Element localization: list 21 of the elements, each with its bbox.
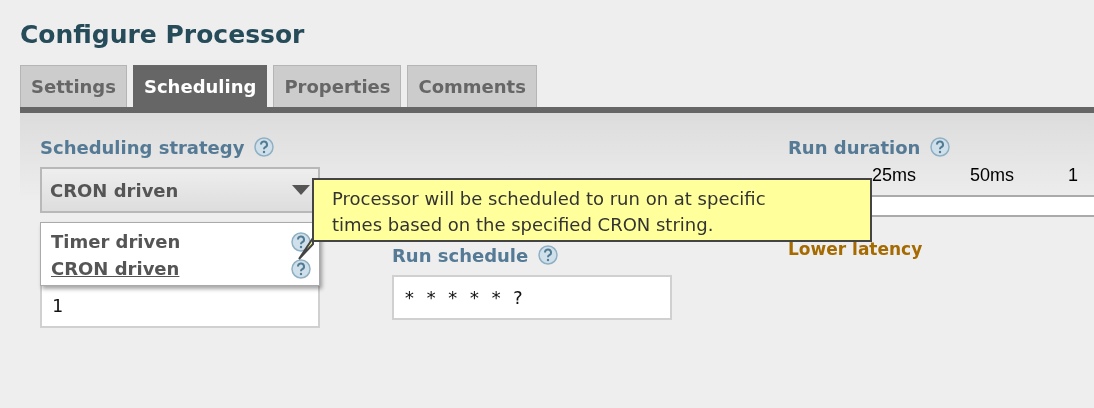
menu-item[interactable]: Timer driven [51,231,181,252]
tooltip: Processor will be scheduled to run on at specific times based on the specified CRON string. [312,178,872,242]
slider-caption: Lower latency [788,239,924,259]
tab[interactable]: Comments [407,65,537,107]
tooltip-pointer [298,238,314,260]
help-icon[interactable] [291,258,311,279]
tab[interactable]: Settings [20,65,127,107]
dialog-title: Configure Processor [20,20,306,49]
field-label: Run schedule [392,244,529,266]
field-label: Scheduling strategy [40,136,245,158]
tab[interactable]: Properties [273,65,402,107]
strategy-select[interactable]: CRON driven [40,167,320,213]
tick-label: 1 [1068,165,1079,187]
caret-icon [292,185,310,195]
input-field[interactable]: 1 [40,283,320,328]
input-field[interactable]: * * * * * ? [392,275,672,320]
tick-label: 25ms [872,165,916,187]
tick-label: 50ms [970,165,1015,187]
tab[interactable]: Scheduling [132,65,268,107]
field-label: Run duration [788,136,921,158]
menu-item[interactable]: CRON driven [51,258,180,279]
